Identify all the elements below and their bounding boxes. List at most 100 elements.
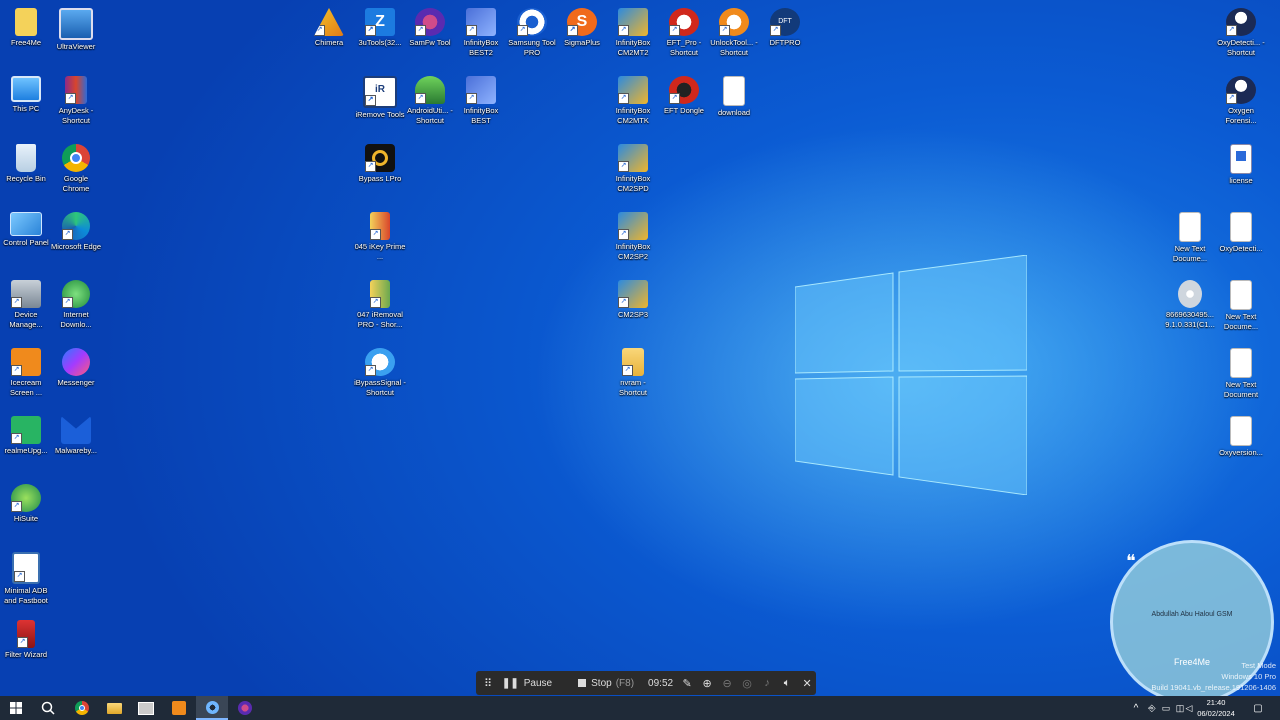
taskbar-icecream[interactable]	[163, 696, 195, 720]
desktop-icon-free4me[interactable]: Free4Me	[0, 4, 52, 48]
desktop-icon-dftpro[interactable]: DFT ↗ DFTPRO	[759, 4, 811, 48]
document-icon	[15, 8, 37, 36]
desktop-icon-ibypass-signal[interactable]: ↗ iBypassSignal - Shortcut	[354, 344, 406, 398]
desktop-icon-recycle-bin[interactable]: Recycle Bin	[0, 140, 52, 184]
desktop-icon-oxyversion[interactable]: Oxyversion...	[1215, 412, 1267, 458]
desktop-icon-bypass-lpro[interactable]: ↗ Bypass LPro	[354, 140, 406, 184]
desktop-icon-infinitybox-best2[interactable]: ↗ InfinityBox BEST2	[455, 4, 507, 58]
monitor-icon	[11, 76, 41, 102]
usb-icon[interactable]: ⎆	[1145, 696, 1159, 720]
desktop-icon-cm2spd[interactable]: ↗ InfinityBox CM2SPD	[607, 140, 659, 194]
desktop-icon-androidutility[interactable]: ↗ AndroidUti... - Shortcut	[404, 72, 456, 126]
taskbar-file-explorer[interactable]	[98, 696, 130, 720]
desktop-icon-download[interactable]: download	[708, 72, 760, 118]
desktop-icon-samfw[interactable]: ↗ SamFw Tool	[404, 4, 456, 48]
desktop-icon-new-text-doc-3[interactable]: New Text Document	[1215, 344, 1267, 400]
chrome-icon	[75, 701, 89, 715]
desktop-icon-edge[interactable]: ↗ Microsoft Edge	[50, 208, 102, 252]
usb-filter-icon: ↗	[17, 620, 35, 648]
desktop-icon-icecream[interactable]: ↗ Icecream Screen ...	[0, 344, 52, 398]
desktop-icon-chimera[interactable]: ↗ Chimera	[303, 4, 355, 48]
desktop-icon-oxydetective-file[interactable]: OxyDetecti...	[1215, 208, 1267, 254]
taskbar-chrome[interactable]	[66, 696, 98, 720]
archive-icon: ↗	[65, 76, 87, 104]
desktop-icon-firmware-image[interactable]: 8669630495... 9.1.0.331(C1...	[1164, 276, 1216, 330]
desktop-icon-control-panel[interactable]: Control Panel	[0, 208, 52, 248]
taskbar: ^ ⎆ ▭ ◫ ◁ 21:40 06/02/2024 ▢	[0, 696, 1280, 720]
pen-icon[interactable]: ✎	[681, 677, 693, 690]
file-icon	[723, 76, 745, 106]
taskbar-clock[interactable]: 21:40 06/02/2024	[1194, 697, 1238, 719]
desktop-icon-device-manager[interactable]: ↗ Device Manage...	[0, 276, 52, 330]
stop-button[interactable]: Stop (F8)	[578, 678, 634, 689]
desktop-icon-unlocktool[interactable]: ↗ UnlockTool... - Shortcut	[708, 4, 760, 58]
pause-icon: ❚❚	[502, 677, 519, 689]
chimera-icon: ↗	[314, 8, 344, 36]
desktop-icon-nvram[interactable]: ↗ nvram - Shortcut	[607, 344, 659, 398]
search-button[interactable]	[32, 696, 64, 720]
desktop-icon-filter-wizard[interactable]: ↗ Filter Wizard	[0, 616, 52, 660]
taskbar-app-terminal[interactable]	[130, 696, 162, 720]
desktop-icon-ikey-prime[interactable]: ↗ 045 iKey Prime ...	[354, 208, 406, 262]
microphone-icon[interactable]: ♪	[761, 677, 773, 689]
desktop-icon-iremove[interactable]: iR ↗ iRemove Tools	[354, 72, 406, 120]
desktop-icon-infinitybox-best[interactable]: ↗ InfinityBox BEST	[455, 72, 507, 126]
pause-button[interactable]: ❚❚ Pause	[502, 678, 552, 689]
infinitybox-icon: ↗	[618, 212, 648, 240]
icecream-recorder-icon	[172, 701, 186, 715]
gear-icon	[205, 700, 219, 714]
file-icon	[1230, 280, 1252, 310]
desktop-icon-anydesk[interactable]: ↗ AnyDesk - Shortcut	[50, 72, 102, 126]
desktop-icon-cm2mt2[interactable]: ↗ InfinityBox CM2MT2	[607, 4, 659, 58]
desktop-icon-oxygen-forensic[interactable]: ↗ Oxygen Forensi...	[1215, 72, 1267, 126]
infinitybox-icon: ↗	[618, 76, 648, 104]
desktop-icon-iremoval-pro[interactable]: ↗ 047 iRemoval PRO - Shor...	[354, 276, 406, 330]
chrome-icon	[62, 144, 90, 172]
desktop-icon-messenger[interactable]: Messenger	[50, 344, 102, 388]
desktop-icon-cm2mtk[interactable]: ↗ InfinityBox CM2MTK	[607, 72, 659, 126]
desktop-icon-sigmaplus[interactable]: S ↗ SigmaPlus	[556, 4, 608, 48]
elapsed-time: 09:52	[648, 677, 674, 689]
desktop-icon-eft-pro[interactable]: ↗ EFT_Pro - Shortcut	[658, 4, 710, 58]
chevron-up-icon[interactable]: ^	[1128, 696, 1144, 720]
sigma-icon: S ↗	[567, 8, 597, 36]
desktop-icon-eft-dongle[interactable]: ↗ EFT Dongle	[658, 72, 710, 116]
desktop-icon-adb[interactable]: ↗ Minimal ADB and Fastboot	[0, 548, 52, 606]
desktop-icon-3utools[interactable]: Z ↗ 3uTools(32...	[354, 4, 406, 48]
zoom-in-icon[interactable]: ⊕	[701, 677, 713, 690]
desktop-icon-malwarebytes[interactable]: Malwareby...	[50, 412, 102, 456]
watermark-name: Abdullah Abu Haloul GSM	[1151, 611, 1233, 618]
webcam-icon[interactable]: ◎	[741, 677, 753, 690]
windows-logo-wallpaper	[795, 255, 1027, 495]
desktop-icon-cm2sp2[interactable]: ↗ InfinityBox CM2SP2	[607, 208, 659, 262]
desktop-icon-cm2sp3[interactable]: ↗ CM2SP3	[607, 276, 659, 320]
desktop-icon-chrome[interactable]: Google Chrome	[50, 140, 102, 194]
taskbar-settings[interactable]	[196, 696, 228, 720]
android-icon: ↗	[415, 76, 445, 104]
test-mode-notice: Test Mode Windows 10 Pro Build 19041.vb_…	[1151, 661, 1276, 692]
desktop-icon-new-text-doc-1[interactable]: New Text Docume...	[1164, 208, 1216, 264]
desktop-icon-ultraviewer[interactable]: UltraViewer	[50, 4, 102, 52]
desktop-icon-hisuite[interactable]: ↗ HiSuite	[0, 480, 52, 524]
close-icon[interactable]: ✕	[801, 677, 813, 690]
desktop-icon-this-pc[interactable]: This PC	[0, 72, 52, 114]
folder-icon: ↗	[622, 348, 644, 376]
start-button[interactable]	[0, 696, 32, 720]
desktop-icon-idm[interactable]: ↗ Internet Downlo...	[50, 276, 102, 330]
icecream-recorder-icon: ↗	[11, 348, 41, 376]
desktop-icon-oxydetective-shortcut[interactable]: ↗ OxyDetecti... - Shortcut	[1215, 4, 1267, 58]
desktop-icon-new-text-doc-2[interactable]: New Text Docume...	[1215, 276, 1267, 332]
file-icon	[1230, 348, 1252, 378]
zoom-out-icon[interactable]: ⊖	[721, 677, 733, 690]
desktop-icon-realme[interactable]: ↗ realmeUpg...	[0, 412, 52, 456]
infinitybox-icon: ↗	[618, 144, 648, 172]
speaker-icon[interactable]: 🔈︎	[781, 677, 793, 690]
desktop-icon-samsung-tool[interactable]: ↗ Samsung Tool PRO	[506, 4, 558, 58]
recorder-toolbar: ⠿ ❚❚ Pause Stop (F8) 09:52 ✎ ⊕ ⊖ ◎ ♪ 🔈︎ ✕	[476, 671, 816, 695]
notification-icon[interactable]: ▢	[1246, 696, 1270, 720]
battery-icon[interactable]: ▭	[1159, 696, 1173, 720]
control-panel-icon	[10, 212, 42, 236]
drag-handle-icon[interactable]: ⠿	[482, 677, 494, 690]
desktop-icon-license[interactable]: license	[1215, 140, 1267, 186]
taskbar-samfw[interactable]	[229, 696, 261, 720]
